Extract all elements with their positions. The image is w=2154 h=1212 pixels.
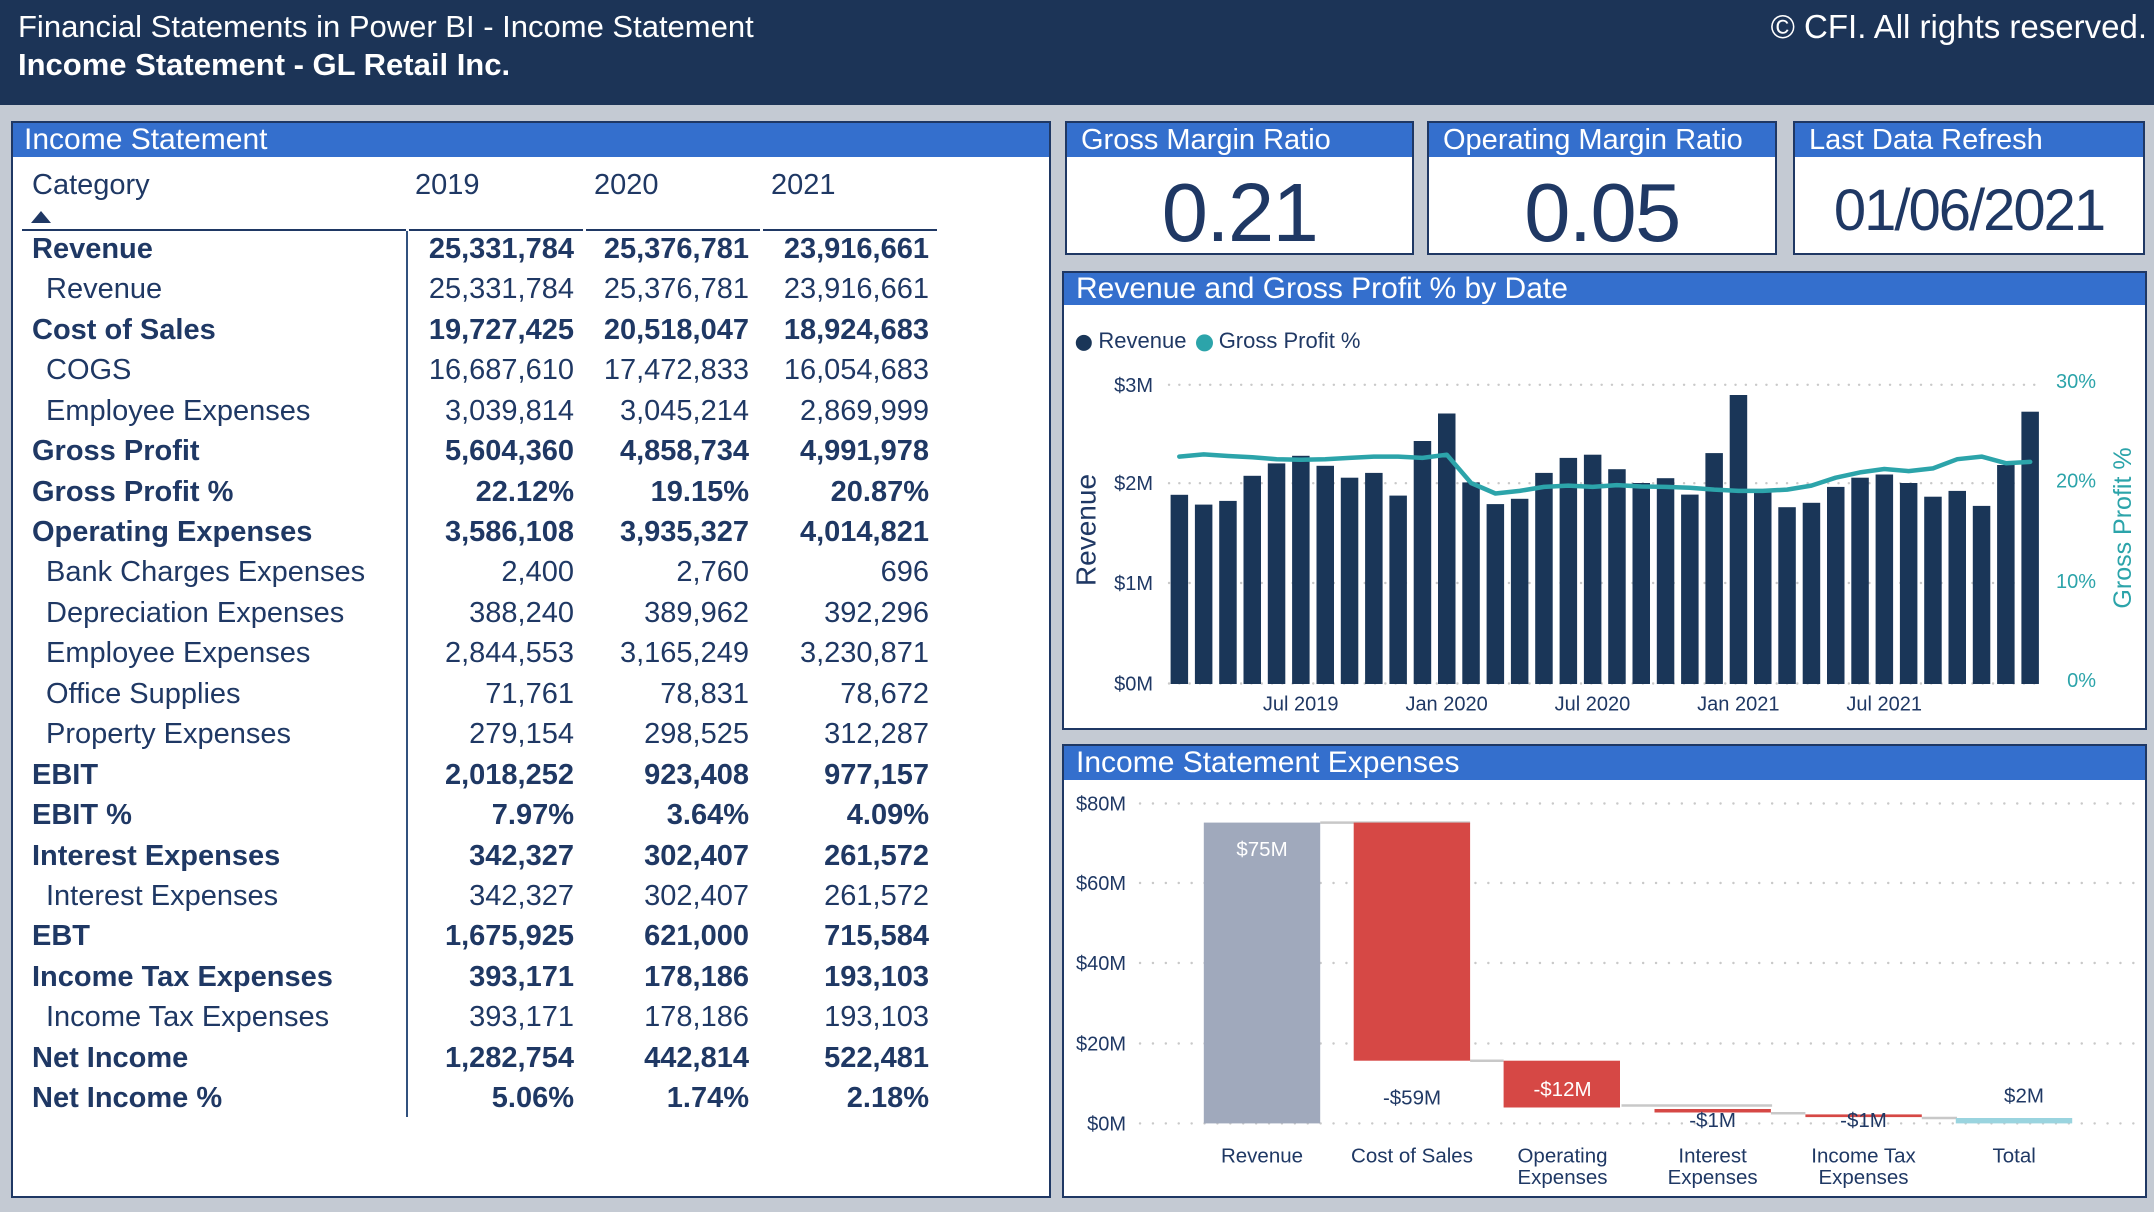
svg-text:20%: 20% bbox=[2056, 471, 2096, 493]
svg-text:$1M: $1M bbox=[1114, 573, 1153, 595]
svg-text:$40M: $40M bbox=[1076, 953, 1126, 975]
svg-text:$80M: $80M bbox=[1076, 794, 1126, 816]
svg-text:-$59M: -$59M bbox=[1383, 1087, 1441, 1110]
svg-text:Cost of Sales: Cost of Sales bbox=[1351, 1144, 1473, 1167]
svg-text:30%: 30% bbox=[2056, 371, 2096, 393]
svg-text:Expenses: Expenses bbox=[1517, 1166, 1607, 1189]
svg-text:Operating: Operating bbox=[1517, 1144, 1607, 1167]
svg-text:Gross Profit %: Gross Profit % bbox=[1219, 328, 1361, 353]
svg-text:-$1M: -$1M bbox=[1840, 1109, 1887, 1132]
svg-text:Gross Profit %: Gross Profit % bbox=[2109, 447, 2137, 608]
svg-text:Expenses: Expenses bbox=[1818, 1166, 1908, 1189]
svg-text:Revenue: Revenue bbox=[1071, 474, 1102, 586]
svg-text:$0M: $0M bbox=[1087, 1113, 1126, 1135]
svg-text:Revenue: Revenue bbox=[1221, 1144, 1303, 1167]
svg-text:Jul 2020: Jul 2020 bbox=[1555, 693, 1631, 715]
svg-text:10%: 10% bbox=[2056, 571, 2096, 593]
svg-text:Jul 2019: Jul 2019 bbox=[1263, 693, 1339, 715]
svg-text:Expenses: Expenses bbox=[1668, 1166, 1758, 1189]
svg-text:$60M: $60M bbox=[1076, 873, 1126, 895]
svg-text:Jan 2021: Jan 2021 bbox=[1697, 693, 1779, 715]
svg-text:$2M: $2M bbox=[1114, 473, 1153, 495]
svg-text:$3M: $3M bbox=[1114, 375, 1153, 397]
svg-text:0%: 0% bbox=[2067, 670, 2096, 692]
svg-text:Jan 2020: Jan 2020 bbox=[1405, 693, 1487, 715]
svg-text:-$1M: -$1M bbox=[1689, 1109, 1736, 1132]
svg-text:$2M: $2M bbox=[2004, 1084, 2044, 1107]
svg-text:$75M: $75M bbox=[1236, 838, 1287, 861]
svg-text:$20M: $20M bbox=[1076, 1034, 1126, 1056]
svg-text:Income Tax: Income Tax bbox=[1811, 1144, 1916, 1167]
svg-text:-$12M: -$12M bbox=[1533, 1078, 1591, 1101]
svg-text:Revenue: Revenue bbox=[1098, 328, 1186, 353]
svg-text:$0M: $0M bbox=[1114, 674, 1153, 696]
svg-text:Total: Total bbox=[1993, 1144, 2036, 1167]
svg-text:Interest: Interest bbox=[1678, 1144, 1747, 1167]
svg-text:Jul 2021: Jul 2021 bbox=[1846, 693, 1922, 715]
